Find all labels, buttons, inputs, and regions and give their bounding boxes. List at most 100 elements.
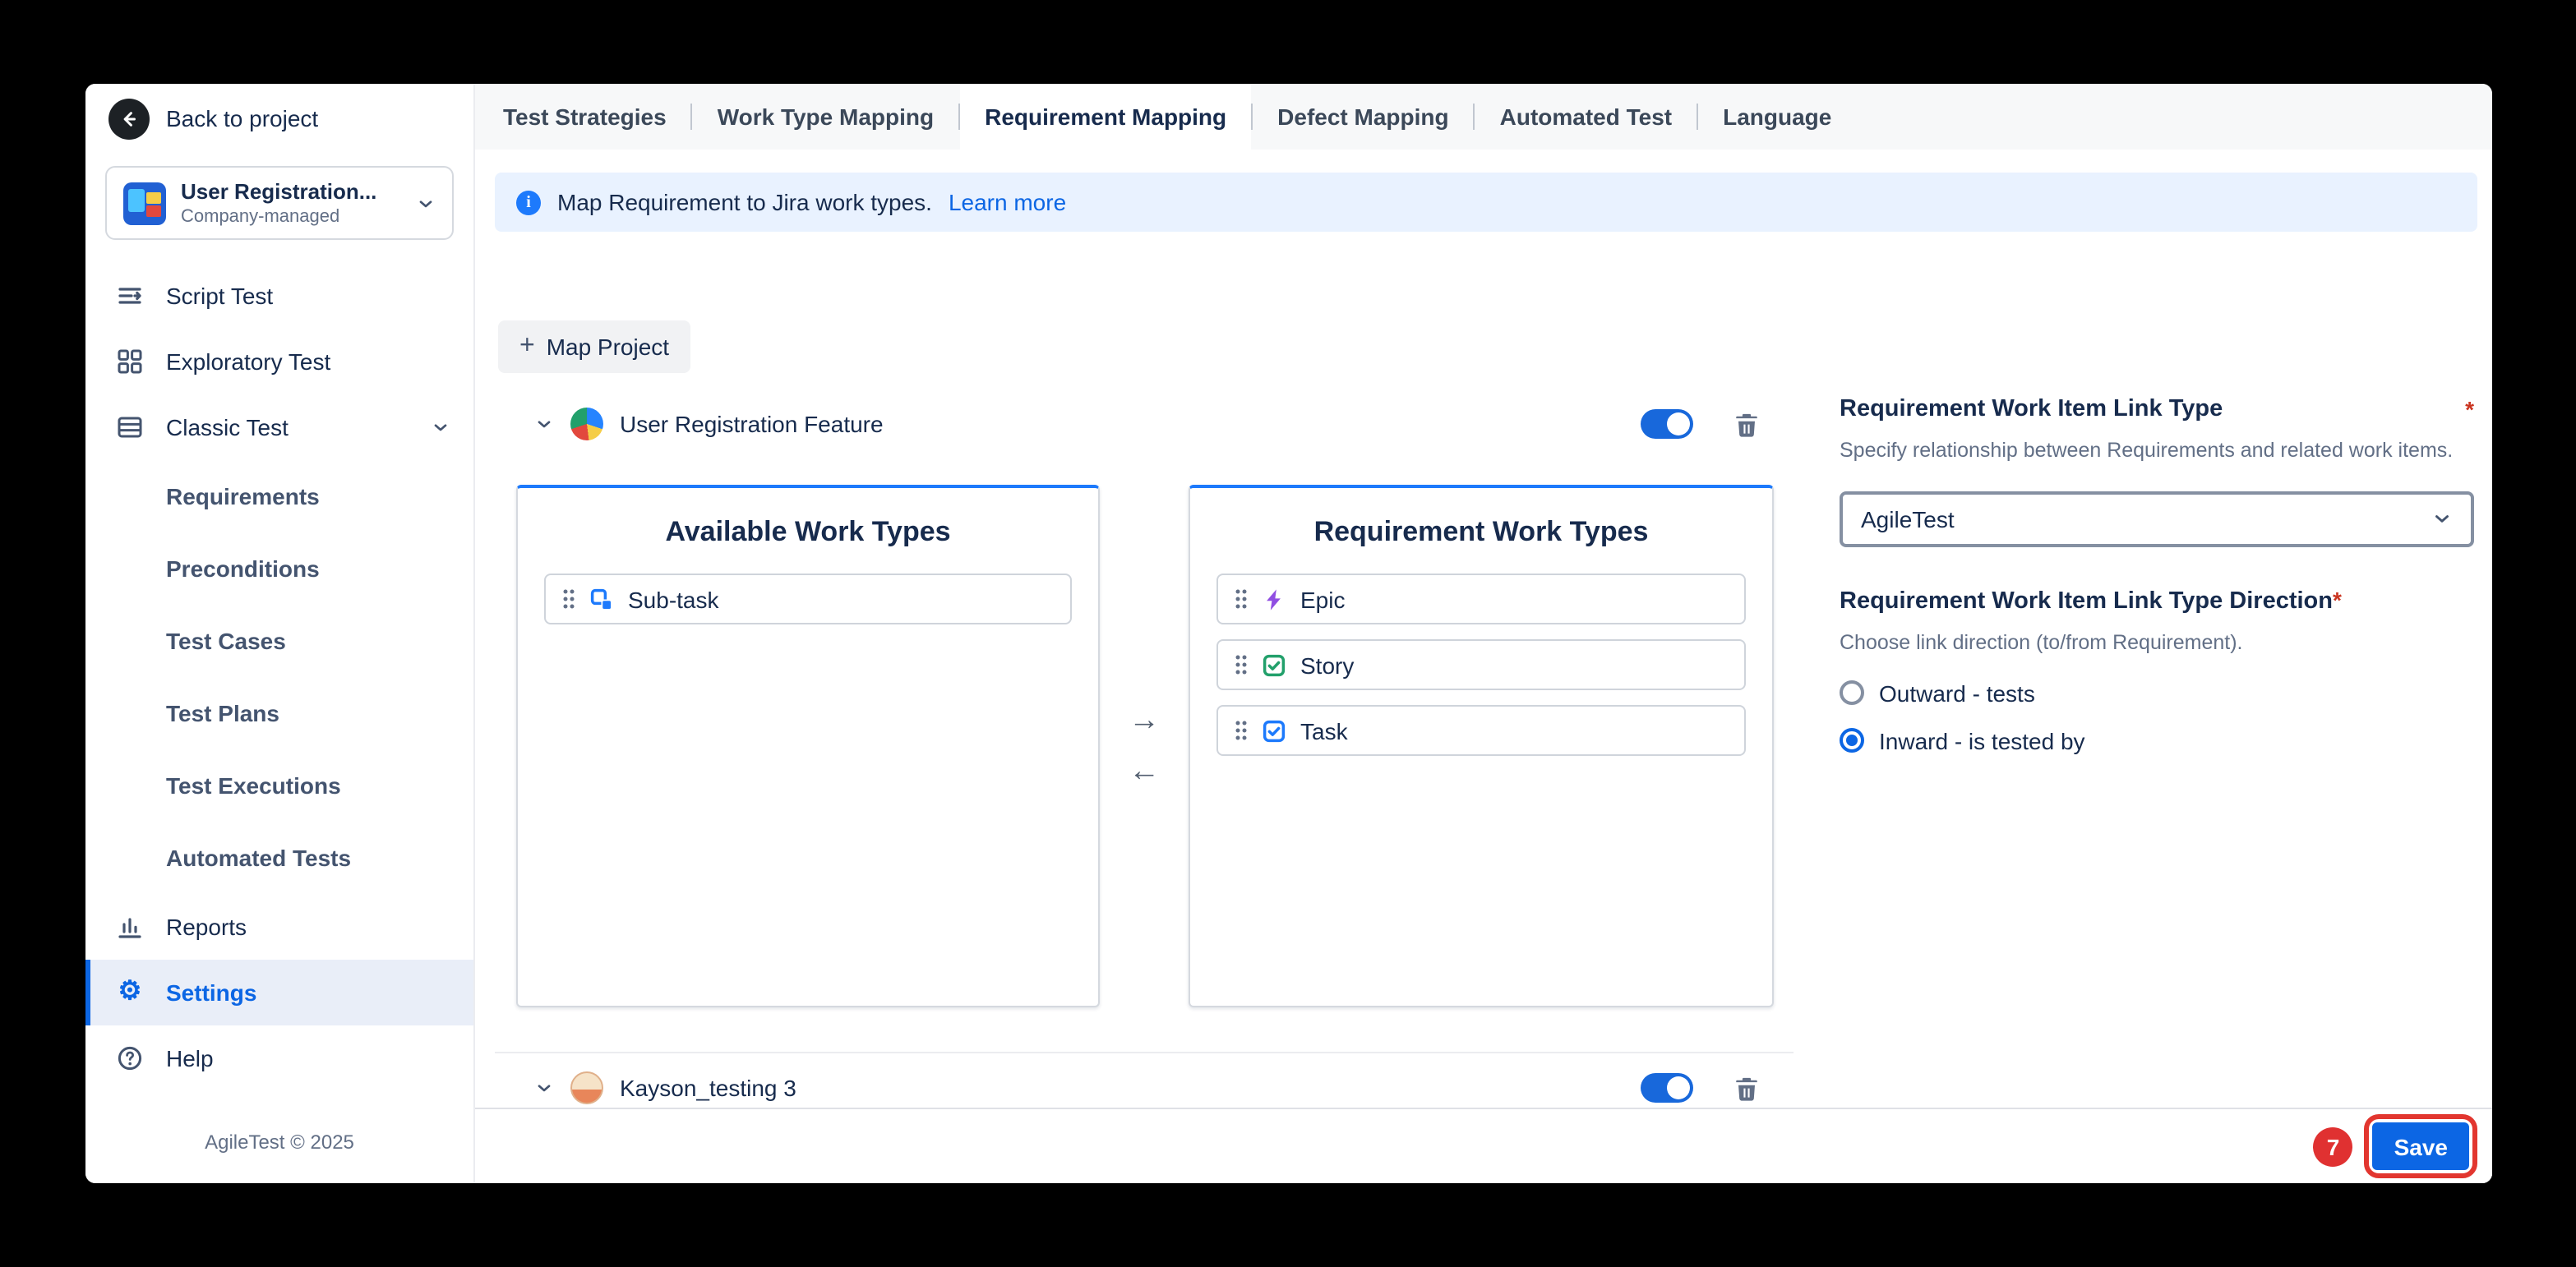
radio-label: Outward - tests bbox=[1879, 680, 2035, 706]
radio-label: Inward - is tested by bbox=[1879, 727, 2085, 753]
move-right-arrow-icon[interactable]: → bbox=[1129, 705, 1160, 736]
task-icon bbox=[1263, 719, 1286, 742]
sidebar-item-label: Help bbox=[166, 1045, 214, 1071]
learn-more-link[interactable]: Learn more bbox=[949, 189, 1066, 215]
section-controls bbox=[1641, 409, 1761, 439]
tab-label: Automated Test bbox=[1500, 104, 1673, 130]
plus-icon: + bbox=[519, 332, 535, 362]
sidebar-sub-label: Test Plans bbox=[166, 700, 279, 726]
sidebar-item-label: Classic Test bbox=[166, 414, 289, 440]
enable-toggle[interactable] bbox=[1641, 1073, 1693, 1103]
map-project-label: Map Project bbox=[547, 334, 669, 360]
sidebar-item-classic-test[interactable]: Classic Test bbox=[85, 394, 473, 460]
info-banner: i Map Requirement to Jira work types. Le… bbox=[495, 173, 2477, 232]
project-section-header: User Registration Feature bbox=[495, 388, 1794, 460]
map-project-button[interactable]: + Map Project bbox=[498, 320, 690, 373]
epic-icon bbox=[1263, 587, 1286, 610]
trash-icon[interactable] bbox=[1733, 1074, 1761, 1102]
project-selector[interactable]: User Registration... Company-managed bbox=[105, 166, 454, 240]
section-controls bbox=[1641, 1073, 1761, 1103]
sidebar-item-automated-tests[interactable]: Automated Tests bbox=[85, 822, 473, 894]
required-asterisk: * bbox=[2333, 587, 2342, 613]
sidebar-item-label: Settings bbox=[166, 979, 256, 1006]
sidebar-item-label: Reports bbox=[166, 914, 247, 940]
radio-outward-tests[interactable]: Outward - tests bbox=[1840, 680, 2474, 706]
sidebar-item-help[interactable]: Help bbox=[85, 1025, 473, 1091]
project-type: Company-managed bbox=[181, 207, 401, 227]
script-test-icon bbox=[115, 283, 145, 309]
sidebar-sub-label: Test Executions bbox=[166, 772, 341, 799]
work-type-label: Task bbox=[1300, 717, 1348, 744]
sidebar-item-label: Exploratory Test bbox=[166, 348, 330, 375]
move-left-arrow-icon[interactable]: ← bbox=[1129, 756, 1160, 787]
drag-handle-icon[interactable] bbox=[562, 588, 575, 610]
work-type-item-epic[interactable]: Epic bbox=[1216, 574, 1746, 624]
classic-test-icon bbox=[115, 414, 145, 440]
available-work-types-panel: Available Work Types Sub-task bbox=[516, 485, 1100, 1007]
tab-work-type-mapping[interactable]: Work Type Mapping bbox=[693, 84, 958, 150]
exploratory-test-icon bbox=[115, 348, 145, 375]
collapse-chevron-icon[interactable] bbox=[534, 1078, 554, 1098]
link-type-select[interactable]: AgileTest bbox=[1840, 491, 2474, 547]
sidebar-item-reports[interactable]: Reports bbox=[85, 894, 473, 960]
radio-icon[interactable] bbox=[1840, 680, 1864, 705]
sidebar-item-requirements[interactable]: Requirements bbox=[85, 460, 473, 532]
transfer-arrows: → ← bbox=[1100, 485, 1189, 1007]
settings-tabs: Test Strategies Work Type Mapping Requir… bbox=[475, 84, 2492, 150]
subtask-icon bbox=[590, 587, 613, 610]
action-footer: 7 Save bbox=[475, 1108, 2492, 1183]
tab-defect-mapping[interactable]: Defect Mapping bbox=[1253, 84, 1473, 150]
tab-language[interactable]: Language bbox=[1698, 84, 1856, 150]
sidebar-item-preconditions[interactable]: Preconditions bbox=[85, 532, 473, 605]
drag-handle-icon[interactable] bbox=[1235, 720, 1248, 741]
requirement-work-types-panel: Requirement Work Types Epic bbox=[1189, 485, 1774, 1007]
work-type-label: Story bbox=[1300, 652, 1354, 678]
tab-test-strategies[interactable]: Test Strategies bbox=[478, 84, 691, 150]
tab-requirement-mapping[interactable]: Requirement Mapping bbox=[960, 84, 1251, 150]
radio-inward-is-tested-by[interactable]: Inward - is tested by bbox=[1840, 727, 2474, 753]
work-type-mapper: Available Work Types Sub-task bbox=[495, 485, 1794, 1007]
sidebar-item-settings[interactable]: ⚙ Settings bbox=[85, 960, 473, 1025]
tab-content: i Map Requirement to Jira work types. Le… bbox=[475, 150, 2492, 1183]
project-avatar bbox=[570, 1071, 603, 1104]
link-type-label-row: Requirement Work Item Link Type * bbox=[1840, 396, 2474, 422]
panel-title: Available Work Types bbox=[518, 488, 1098, 574]
sidebar: Back to project User Registration... Com… bbox=[85, 84, 475, 1183]
radio-checked-icon[interactable] bbox=[1840, 728, 1864, 753]
help-icon bbox=[115, 1045, 145, 1071]
back-label: Back to project bbox=[166, 105, 318, 131]
chevron-down-icon[interactable] bbox=[431, 417, 450, 437]
direction-help: Choose link direction (to/from Requireme… bbox=[1840, 628, 2474, 659]
project-meta: User Registration... Company-managed bbox=[181, 179, 401, 227]
link-type-panel: Requirement Work Item Link Type * Specif… bbox=[1840, 396, 2474, 753]
work-type-item-task[interactable]: Task bbox=[1216, 705, 1746, 756]
sidebar-item-script-test[interactable]: Script Test bbox=[85, 263, 473, 329]
back-to-project-button[interactable]: Back to project bbox=[85, 84, 473, 153]
project-avatar-icon bbox=[123, 182, 166, 224]
main-area: Test Strategies Work Type Mapping Requir… bbox=[475, 84, 2492, 1183]
sidebar-item-test-cases[interactable]: Test Cases bbox=[85, 605, 473, 677]
direction-label: Requirement Work Item Link Type Directio… bbox=[1840, 587, 2474, 615]
work-type-label: Epic bbox=[1300, 586, 1345, 612]
project-section-title: Kayson_testing 3 bbox=[620, 1075, 796, 1101]
enable-toggle[interactable] bbox=[1641, 409, 1693, 439]
drag-handle-icon[interactable] bbox=[1235, 654, 1248, 675]
save-button[interactable]: Save bbox=[2373, 1122, 2469, 1170]
sidebar-item-test-executions[interactable]: Test Executions bbox=[85, 749, 473, 822]
banner-text: Map Requirement to Jira work types. bbox=[557, 189, 932, 215]
required-asterisk: * bbox=[2465, 396, 2474, 422]
tab-automated-test[interactable]: Automated Test bbox=[1475, 84, 1697, 150]
work-type-item-subtask[interactable]: Sub-task bbox=[544, 574, 1072, 624]
trash-icon[interactable] bbox=[1733, 410, 1761, 438]
work-type-item-story[interactable]: Story bbox=[1216, 639, 1746, 690]
drag-handle-icon[interactable] bbox=[1235, 588, 1248, 610]
sidebar-item-test-plans[interactable]: Test Plans bbox=[85, 677, 473, 749]
back-arrow-icon[interactable] bbox=[108, 98, 150, 139]
link-type-help: Specify relationship between Requirement… bbox=[1840, 435, 2474, 467]
sidebar-item-exploratory-test[interactable]: Exploratory Test bbox=[85, 329, 473, 394]
story-icon bbox=[1263, 653, 1286, 676]
project-avatar bbox=[570, 408, 603, 440]
direction-label-text: Requirement Work Item Link Type Directio… bbox=[1840, 588, 2333, 615]
collapse-chevron-icon[interactable] bbox=[534, 414, 554, 434]
tab-label: Language bbox=[1723, 104, 1831, 130]
